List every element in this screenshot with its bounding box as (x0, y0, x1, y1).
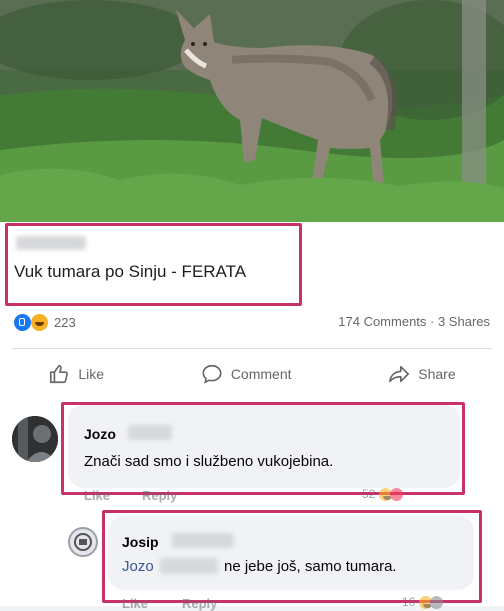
avatar-logo-icon (74, 533, 92, 551)
comment-like-2[interactable]: Like (122, 596, 148, 611)
share-label: Share (418, 366, 456, 382)
share-button[interactable]: Share (388, 363, 456, 385)
wolf-image (0, 0, 504, 222)
comment-reply-2[interactable]: Reply (182, 596, 217, 611)
comment-reaction-count-1: 52 (362, 487, 376, 501)
share-icon (389, 365, 410, 383)
angry-reaction-icon (390, 487, 404, 501)
comment-reactions-2[interactable]: 16 (402, 595, 444, 609)
blurred-surname-1 (128, 425, 172, 440)
haha-reaction-icon (31, 314, 48, 331)
like-reaction-icon (14, 314, 31, 331)
comment-text-1: Znači sad smo i službeno vukojebina. (84, 453, 334, 470)
comment-icon (202, 364, 222, 384)
comment-author-2[interactable]: Josip (122, 534, 159, 550)
comment-reaction-count-2: 16 (402, 595, 416, 609)
blurred-page-name (16, 236, 86, 250)
reaction-count: 223 (54, 315, 76, 330)
post-photo[interactable] (0, 0, 504, 222)
thumbs-up-icon (50, 364, 69, 384)
comment-highlight-box-2 (102, 510, 482, 603)
comment-highlight-box-1 (61, 402, 465, 495)
like-label: Like (78, 366, 105, 382)
comment-reactions-1[interactable]: 52 (362, 487, 404, 501)
reactions-summary[interactable]: 223 (14, 314, 76, 331)
comment-button[interactable]: Comment (201, 363, 292, 385)
comment-text-2: ne jebe još, samo tumara. (224, 558, 397, 575)
comment-label: Comment (230, 366, 292, 382)
post-title[interactable]: Vuk tumara po Sinju - FERATA (14, 262, 246, 282)
wow-reaction-icon (430, 595, 444, 609)
divider (12, 348, 492, 349)
action-bar: Like Comment Share (0, 363, 504, 385)
comment-mention-2[interactable]: Jozo (122, 558, 154, 575)
blurred-surname-2 (172, 533, 234, 548)
comment-like-1[interactable]: Like (84, 488, 110, 503)
like-button[interactable]: Like (48, 363, 104, 385)
post-stats[interactable]: 174 Comments · 3 Shares (338, 314, 490, 329)
comment-author-1[interactable]: Jozo (84, 426, 116, 442)
blurred-mention-surname (160, 558, 218, 574)
avatar-jozo[interactable] (12, 416, 58, 462)
avatar-photo-icon (12, 416, 58, 462)
comment-reply-1[interactable]: Reply (142, 488, 177, 503)
avatar-josip[interactable] (68, 527, 98, 557)
